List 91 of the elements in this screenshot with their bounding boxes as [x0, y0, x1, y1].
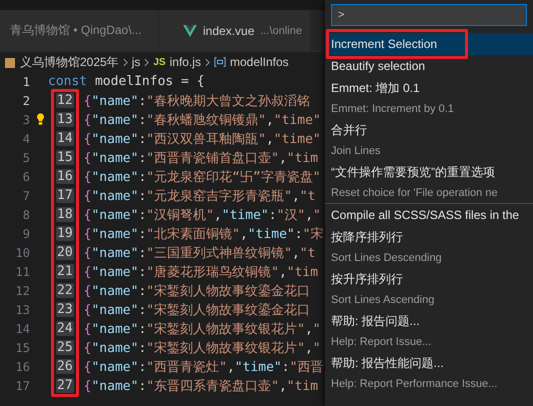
line-number: 14: [14, 322, 30, 336]
command-detail: Reset choice for 'File operation ne: [331, 186, 498, 201]
command-detail: Join Lines: [331, 144, 381, 159]
code-line: {"name":"宋錾刻人物故事纹银花片",": [84, 320, 321, 338]
line-number: 7: [22, 188, 30, 202]
cursor-number: 20: [56, 245, 74, 260]
command-detail: Sort Lines Descending: [331, 251, 442, 266]
command-detail: Help: Report Performance Issue...: [331, 377, 498, 392]
line-number: 2: [22, 94, 30, 108]
breadcrumb-item[interactable]: 义乌博物馆2025年: [20, 54, 119, 70]
chevron-icon: [204, 58, 210, 66]
breadcrumb-item[interactable]: js: [132, 55, 140, 69]
code-line: {"name":"唐菱花形瑞鸟纹铜镜","tim: [84, 264, 318, 280]
command-item[interactable]: 按升序排列行 Sort Lines Ascending: [325, 268, 533, 310]
cursor-number: 25: [56, 340, 74, 355]
command-item[interactable]: Beautify selection: [325, 55, 533, 77]
folder-icon: [4, 56, 16, 68]
code-line: {"name":"西晋青瓷灶","time":"西晋: [84, 358, 324, 376]
line-number: 17: [14, 378, 30, 392]
code-line: {"name":"春秋晚期大曾文之孙叔滔铭: [84, 92, 310, 110]
cursor-number: 17: [56, 188, 74, 203]
cursor-number: 12: [56, 93, 74, 108]
cursor-number: 18: [56, 207, 74, 222]
command-label: 按降序排列行: [331, 229, 403, 246]
line-number: 12: [14, 284, 30, 298]
command-label: 帮助: 报告问题...: [331, 313, 420, 330]
command-item[interactable]: Emmet: 增加 0.1 Emmet: Increment by 0.1: [325, 77, 533, 119]
command-item[interactable]: Compile all SCSS/SASS files in the: [325, 203, 533, 226]
line-number: 3: [22, 112, 30, 126]
cursor-number: 15: [56, 150, 74, 165]
command-item[interactable]: 帮助: 报告性能问题... Help: Report Performance Issue...: [325, 352, 533, 394]
command-detail: Sort Lines Ascending: [331, 293, 434, 308]
cursor-number: 26: [56, 359, 74, 374]
command-label: 帮助: 报告性能问题...: [331, 355, 444, 372]
cursor-number: 13: [56, 112, 74, 127]
code-line: {"name":"宋錾刻人物故事纹鎏金花口: [84, 302, 310, 318]
code-line: {"name":"春秋蟠虺纹铜镬鼎","time": [84, 112, 321, 128]
command-item[interactable]: “文件操作需要预览”的重置选项 Reset choice for 'File operation ne: [325, 161, 533, 203]
code-line: {"name":"宋錾刻人物故事纹鎏金花口: [84, 282, 310, 300]
lightbulb-icon[interactable]: [36, 113, 44, 126]
chevron-icon: [122, 58, 128, 66]
command-label: Emmet: 增加 0.1: [331, 80, 420, 97]
line-number: 13: [14, 302, 30, 316]
line-number: 8: [22, 208, 30, 222]
command-item[interactable]: 合并行 Join Lines: [325, 119, 533, 161]
code-line: {"name":"西汉双兽耳釉陶瓿","time": [84, 130, 321, 148]
command-label: 按升序排列行: [331, 271, 403, 288]
line-number: 1: [22, 74, 30, 88]
code-line: {"name":"三国重列式神兽纹铜镜","t: [84, 244, 316, 262]
command-label: “文件操作需要预览”的重置选项: [331, 164, 495, 181]
chevron-icon: [144, 58, 150, 66]
code-line: {"name":"东晋四系青瓷盘口壶","tim: [84, 378, 318, 394]
breadcrumb-item[interactable]: info.js: [170, 55, 201, 69]
command-label: Beautify selection: [331, 58, 426, 75]
line-number: 9: [22, 226, 30, 240]
command-item[interactable]: 帮助: 报告问题... Help: Report Issue...: [325, 310, 533, 352]
command-label: 合并行: [331, 122, 367, 139]
code-line: {"name":"北宋素面铜镜","time":"宋: [84, 226, 324, 242]
cursor-number: 14: [56, 131, 74, 146]
code-line: {"name":"宋錾刻人物故事纹银花片",": [84, 340, 321, 356]
code-line: {"name":"元龙泉窑吉字形青瓷瓶","t: [84, 188, 316, 204]
line-number: 16: [14, 360, 30, 374]
cursor-number: 23: [56, 302, 74, 317]
line-number: 5: [22, 150, 30, 164]
command-label: Compile all SCSS/SASS files in the: [331, 207, 520, 224]
command-label: Increment Selection: [331, 37, 438, 51]
breadcrumb-item[interactable]: modelInfos: [230, 55, 289, 69]
cursor-number: 27: [56, 378, 74, 393]
cursor-number: 19: [56, 226, 74, 241]
v-logo-icon: [183, 24, 197, 36]
command-item[interactable]: 按降序排列行 Sort Lines Descending: [325, 226, 533, 268]
editor-tab[interactable]: index.vue ...\online: [159, 10, 311, 51]
line-number: 10: [14, 246, 30, 260]
code-line: const modelInfos = {: [47, 74, 205, 89]
code-line: {"name":"汉铜弩机","time":"汉",": [84, 206, 321, 224]
js-file-icon: JS: [153, 56, 166, 68]
cursor-number: 16: [56, 169, 74, 184]
command-detail: Emmet: Increment by 0.1: [331, 102, 454, 117]
editor-tab[interactable]: 青乌博物馆 • QingDao\...: [0, 10, 159, 51]
cursor-number: 22: [56, 283, 74, 298]
cursor-number: 24: [56, 321, 74, 336]
command-detail: Help: Report Issue...: [331, 335, 432, 350]
line-number: 11: [14, 264, 30, 278]
line-number: 15: [14, 340, 30, 354]
line-number: 6: [22, 170, 30, 184]
cursor-number: 21: [56, 264, 74, 279]
line-number: 4: [22, 132, 30, 146]
code-line: {"name":"元龙泉窑印花“卐”字青瓷盘": [84, 168, 321, 186]
variable-symbol-icon: [214, 56, 226, 68]
code-line: {"name":"西晋青瓷铺首盘口壶","tim: [84, 150, 318, 166]
command-input[interactable]: >: [331, 4, 527, 26]
